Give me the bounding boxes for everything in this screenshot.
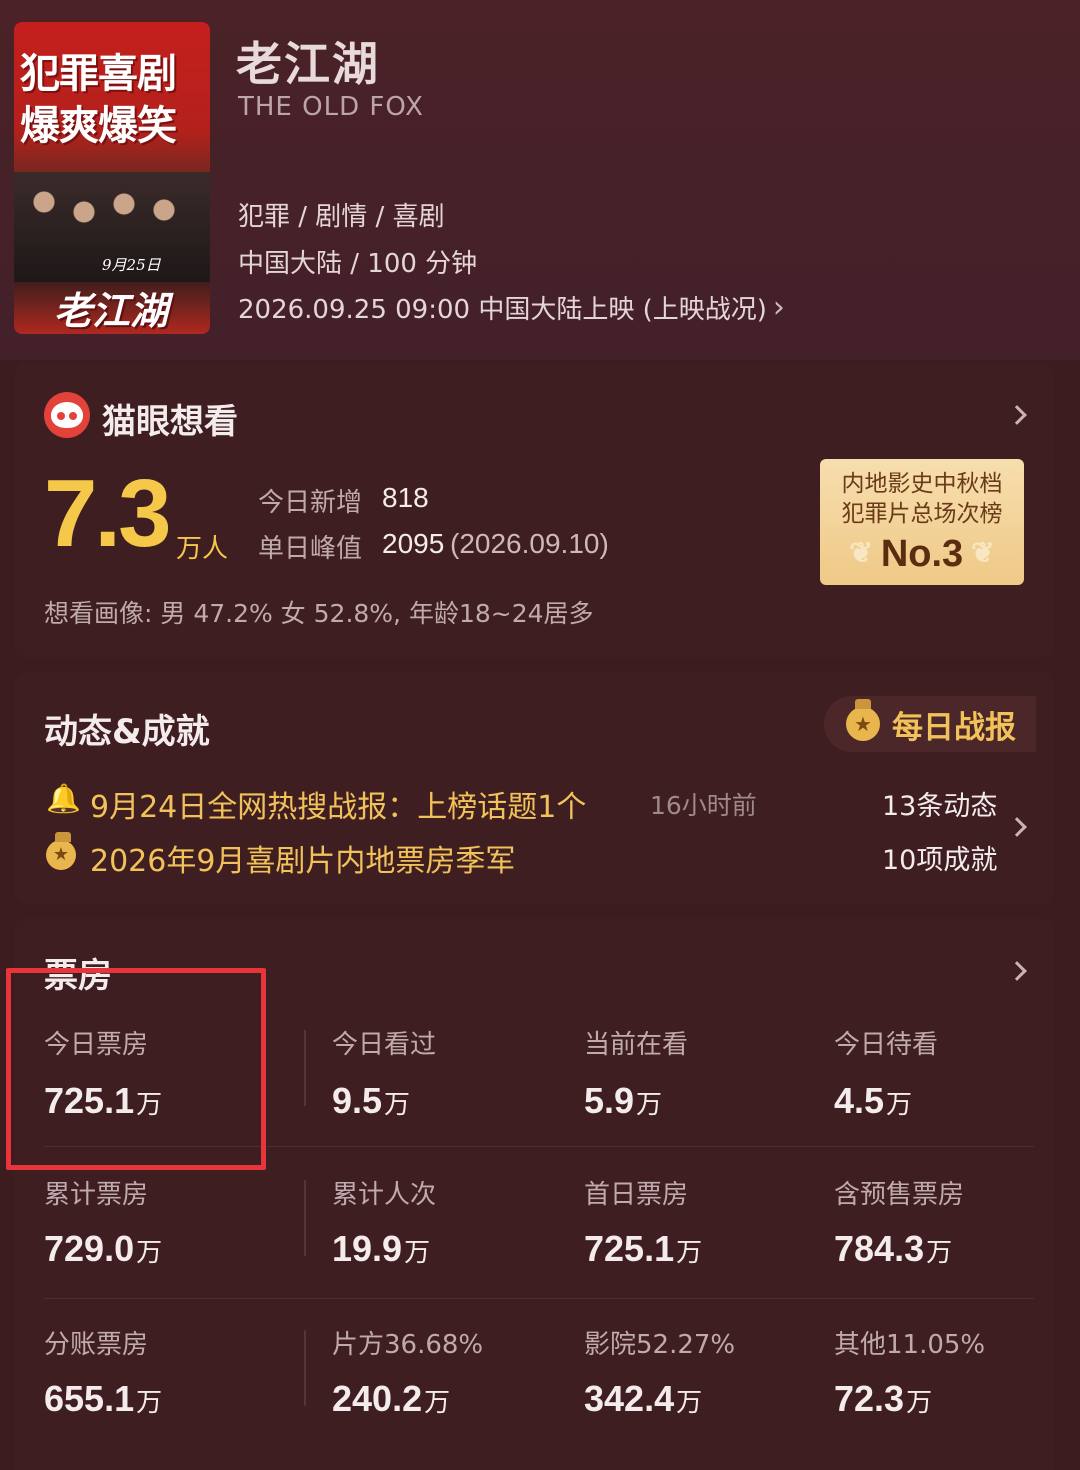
rank-value-row: ❦ No.3 ❦: [820, 533, 1024, 576]
chevron-right-icon[interactable]: [1007, 961, 1027, 981]
movie-poster[interactable]: 犯罪喜剧 爆爽爆笑 9月25日 老江湖: [14, 22, 210, 334]
chevron-right-icon[interactable]: [1007, 817, 1027, 837]
poster-logo: 老江湖: [54, 288, 169, 333]
box-office-cell-value: 655.1万: [44, 1378, 163, 1419]
news-title: 动态&成就: [44, 712, 210, 752]
highlight-box: [6, 968, 266, 1170]
box-office-cell-value: 9.5万: [332, 1080, 411, 1121]
movie-title-en: THE OLD FOX: [238, 92, 424, 122]
maoyan-cat-icon: [44, 392, 90, 438]
column-divider: [304, 1180, 306, 1256]
laurel-right-icon: ❦: [971, 537, 995, 568]
rank-badge[interactable]: 内地影史中秋档 犯罪片总场次榜 ❦ No.3 ❦: [820, 459, 1024, 585]
box-office-cell-value: 4.5万: [834, 1080, 913, 1121]
box-office-cell-value: 5.9万: [584, 1080, 663, 1121]
box-office-cell-label: 累计票房: [44, 1180, 149, 1210]
movie-title: 老江湖: [236, 37, 380, 91]
news-count[interactable]: 13条动态: [882, 784, 997, 823]
box-office-cell-value: 725.1万: [584, 1228, 703, 1269]
rank-line-1: 内地影史中秋档: [841, 471, 1003, 497]
box-office-cell-value: 240.2万: [332, 1378, 451, 1419]
rank-line-2: 犯罪片总场次榜: [841, 501, 1003, 527]
rank-value: No.3: [880, 533, 964, 575]
poster-date: 9月25日: [102, 256, 161, 274]
audience-portrait: 想看画像: 男 47.2% 女 52.8%, 年龄18~24居多: [44, 599, 594, 628]
box-office-cell-value: 72.3万: [834, 1378, 933, 1419]
box-office-cell-value: 784.3万: [834, 1228, 953, 1269]
box-office-cell-label: 其他11.05%: [834, 1330, 986, 1360]
achievement-count[interactable]: 10项成就: [882, 838, 997, 877]
column-divider: [304, 1330, 306, 1406]
row-divider: [44, 1298, 1034, 1299]
movie-genre: 犯罪 / 剧情 / 喜剧: [238, 202, 445, 232]
movie-region-duration: 中国大陆 / 100 分钟: [238, 249, 478, 279]
box-office-cell-value: 19.9万: [332, 1228, 431, 1269]
box-office-cell-label: 今日待看: [834, 1030, 939, 1060]
news-achievements-card[interactable]: 动态&成就 ★ 每日战报 🔔 9月24日全网热搜战报：上榜话题1个 16小时前 …: [14, 672, 1054, 904]
daily-peak-value: 2095: [382, 528, 445, 559]
laurel-left-icon: ❦: [849, 537, 873, 568]
column-divider: [304, 1030, 306, 1106]
box-office-cell-value: 342.4万: [584, 1378, 703, 1419]
want-title: 猫眼想看: [102, 402, 238, 442]
release-link[interactable]: 2026.09.25 09:00 中国大陆上映 (上映战况) ›: [238, 289, 785, 326]
box-office-cell-label: 首日票房: [584, 1180, 689, 1210]
want-to-see-card[interactable]: 猫眼想看 7.3 万人 今日新增 818 单日峰值 2095 (2026.09.…: [14, 362, 1054, 658]
box-office-cell-label: 分账票房: [44, 1330, 149, 1360]
medal-icon: ★: [846, 699, 880, 741]
today-new-value: 818: [382, 482, 429, 513]
poster-headline: 犯罪喜剧 爆爽爆笑: [20, 50, 177, 149]
news-item-hot-search[interactable]: 9月24日全网热搜战报：上榜话题1个: [90, 782, 586, 826]
daily-peak-label: 单日峰值: [258, 534, 363, 564]
release-text: 2026.09.25 09:00 中国大陆上映 (上映战况): [238, 295, 767, 325]
box-office-cell-label: 当前在看: [584, 1030, 689, 1060]
want-total-unit: 万人: [176, 534, 229, 564]
medal-icon: ★: [46, 832, 76, 870]
box-office-cell-label: 片方36.68%: [332, 1330, 484, 1360]
want-total: 7.3: [44, 460, 171, 567]
today-new-label: 今日新增: [258, 488, 363, 518]
daily-peak-date: (2026.09.10): [450, 528, 609, 559]
box-office-cell-label: 影院52.27%: [584, 1330, 736, 1360]
box-office-cell-label: 今日看过: [332, 1030, 437, 1060]
box-office-cell-label: 含预售票房: [834, 1180, 965, 1210]
news-item-time: 16小时前: [650, 791, 757, 820]
chevron-right-icon: ›: [772, 289, 785, 325]
box-office-cell-value: 729.0万: [44, 1228, 163, 1269]
bell-icon: 🔔: [46, 782, 81, 815]
daily-report-button[interactable]: ★ 每日战报: [824, 696, 1036, 752]
chevron-right-icon[interactable]: [1007, 405, 1027, 425]
box-office-cell-label: 累计人次: [332, 1180, 437, 1210]
news-item-achievement[interactable]: 2026年9月喜剧片内地票房季军: [90, 836, 515, 880]
daily-report-label: 每日战报: [892, 709, 1016, 746]
